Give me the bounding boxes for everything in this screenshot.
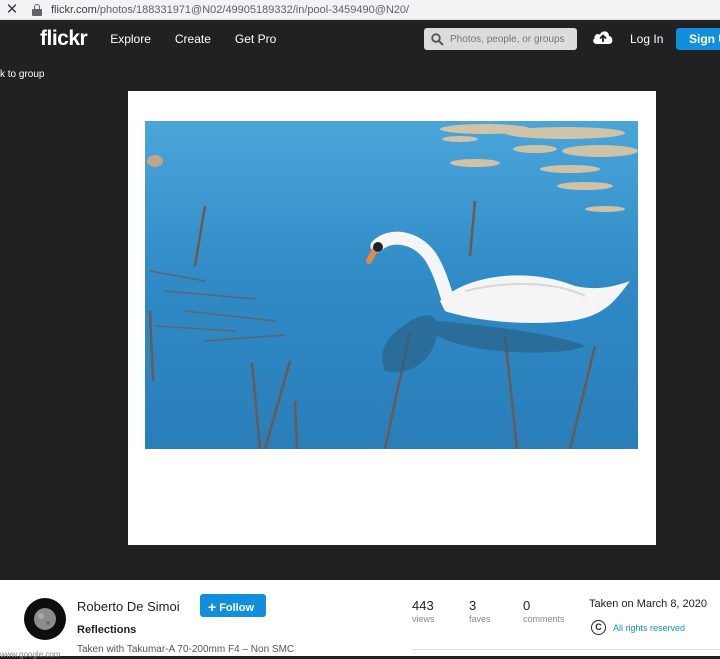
back-to-group-link[interactable]: k to group (0, 69, 44, 80)
swan-photo[interactable] (145, 121, 638, 449)
views-label: views (412, 614, 435, 624)
nav-explore[interactable]: Explore (110, 32, 151, 46)
nav-get-pro[interactable]: Get Pro (235, 32, 276, 46)
url-field[interactable]: flickr.com/photos/188331971@N02/49905189… (51, 4, 409, 16)
faves-count: 3 (469, 598, 477, 613)
author-name[interactable]: Roberto De Simoi (77, 599, 180, 614)
rights-info[interactable]: C All rights reserved (591, 620, 685, 635)
search-icon[interactable] (431, 32, 444, 46)
browser-address-bar: ✕ flickr.com/photos/188331971@N02/499051… (0, 0, 720, 20)
comments-count: 0 (523, 598, 531, 613)
url-path: /photos/188331971@N02/49905189332/in/poo… (96, 3, 410, 16)
login-link[interactable]: Log In (630, 32, 663, 46)
photo-title: Reflections (77, 624, 137, 636)
comments-label: comments (523, 614, 565, 624)
photo-frame (128, 91, 656, 545)
close-icon[interactable]: ✕ (0, 0, 24, 20)
stat-faves: 3 faves (469, 598, 491, 624)
partial-status-text: www.google.com (0, 650, 61, 659)
search-input[interactable] (450, 33, 570, 45)
nav-create[interactable]: Create (175, 32, 211, 46)
views-count: 443 (412, 598, 434, 613)
follow-button[interactable]: + Follow (200, 594, 266, 617)
search-box[interactable] (424, 28, 577, 50)
rights-label[interactable]: All rights reserved (613, 623, 685, 633)
copyright-icon: C (591, 620, 606, 635)
flickr-logo[interactable]: flickr (40, 27, 88, 51)
follow-label: Follow (219, 602, 255, 614)
photo-description: Taken with Takumar-A 70-200mm F4 – Non S… (77, 644, 295, 655)
url-host: flickr.com (51, 3, 97, 16)
lock-icon (32, 3, 42, 16)
stat-comments: 0 comments (523, 598, 565, 624)
cloud-upload-icon[interactable] (592, 29, 614, 45)
avatar[interactable] (24, 598, 66, 640)
divider (412, 649, 720, 650)
top-navigation: flickr Explore Create Get Pro Log In Sig… (0, 21, 720, 56)
stat-views: 443 views (412, 598, 435, 624)
photo-info-panel: Roberto De Simoi + Follow Reflections Tak… (0, 580, 720, 659)
taken-date: Taken on March 8, 2020 (589, 598, 708, 610)
faves-label: faves (469, 614, 491, 624)
signup-button[interactable]: Sign Up (676, 28, 720, 50)
plus-icon: + (208, 599, 217, 615)
